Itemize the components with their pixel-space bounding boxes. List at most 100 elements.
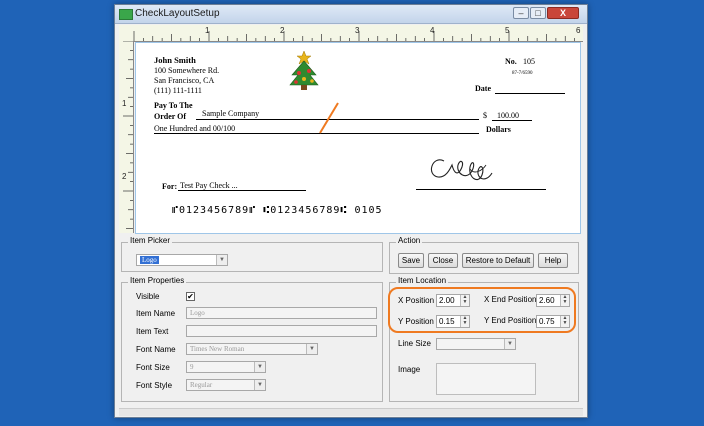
font-style-label: Font Style (136, 381, 173, 390)
app-icon (119, 9, 133, 20)
y-position-input[interactable]: 0.15 ▲ ▼ (436, 315, 470, 328)
x-position-label: X Position (398, 296, 435, 305)
font-size-label: Font Size (136, 363, 170, 372)
ruler-left-ticks (123, 41, 133, 229)
spinner-arrows-icon[interactable]: ▲ ▼ (460, 316, 469, 327)
memo-for-label: For: (162, 182, 178, 191)
check-preview[interactable]: John Smith 100 Somewhere Rd. San Francis… (135, 42, 581, 234)
check-no-label: No. (505, 57, 517, 66)
font-name-label: Font Name (136, 345, 176, 354)
memo-line (178, 190, 306, 191)
date-line (495, 93, 565, 94)
item-picker-group: Item Picker Logo ▼ (121, 236, 383, 272)
payee-name: Sample Company (202, 109, 260, 118)
payer-address-line1: 100 Somewhere Rd. (154, 66, 220, 75)
chevron-down-icon[interactable]: ▼ (504, 339, 515, 349)
y-end-position-input[interactable]: 0.75 ▲ ▼ (536, 315, 570, 328)
font-style-dropdown[interactable]: Regular ▼ (186, 379, 266, 391)
restore-default-button[interactable]: Restore to Default (462, 253, 534, 268)
payer-address-line2: San Francisco, CA (154, 76, 215, 85)
spinner-arrows-icon[interactable]: ▲ ▼ (560, 295, 569, 306)
x-position-value: 2.00 (439, 296, 455, 305)
visible-label: Visible (136, 292, 160, 301)
spinner-arrows-icon[interactable]: ▲ ▼ (460, 295, 469, 306)
title-bar[interactable]: CheckLayoutSetup – □ X (115, 5, 587, 24)
amount-line (492, 120, 532, 121)
micr-line: ⑈0123456789⑈ ⑆0123456789⑆ 0105 (172, 205, 383, 216)
routing-fraction: 87-7/6590 (512, 71, 533, 76)
close-window-button[interactable]: X (547, 7, 579, 19)
font-name-value: Times New Roman (190, 345, 245, 353)
drag-marker-icon (319, 102, 339, 134)
signature-line (416, 189, 546, 190)
action-title: Action (396, 236, 423, 245)
ruler-left: 1 2 (119, 41, 134, 233)
item-name-field[interactable]: Logo (186, 307, 377, 319)
ruler-mark-3: 3 (355, 26, 360, 35)
amount-value: 100.00 (497, 111, 519, 120)
font-size-dropdown[interactable]: 9 ▼ (186, 361, 266, 373)
ruler-mark-4: 4 (430, 26, 435, 35)
y-end-position-label: Y End Position (484, 316, 537, 325)
y-end-position-value: 0.75 (539, 317, 555, 326)
ruler-mark-6: 6 (576, 26, 581, 35)
item-picker-title: Item Picker (128, 236, 173, 245)
y-position-value: 0.15 (439, 317, 455, 326)
visible-checkbox[interactable]: ✔ (186, 292, 195, 301)
date-label: Date (475, 84, 491, 93)
line-size-dropdown[interactable]: ▼ (436, 338, 516, 350)
check-number: 105 (523, 57, 535, 66)
chevron-down-icon[interactable]: ▼ (254, 380, 265, 390)
ruler-left-mark-1: 1 (122, 99, 127, 108)
font-size-value: 9 (190, 363, 194, 371)
ruler-mark-5: 5 (505, 26, 510, 35)
minimize-button[interactable]: – (513, 7, 529, 19)
item-picker-selected: Logo (140, 256, 159, 264)
spinner-arrows-icon[interactable]: ▲ ▼ (560, 316, 569, 327)
amount-in-words: One Hundred and 00/100 (154, 124, 236, 133)
maximize-button[interactable]: □ (530, 7, 546, 19)
help-button[interactable]: Help (538, 253, 568, 268)
payer-name: John Smith (154, 55, 196, 65)
payer-phone: (111) 111-1111 (154, 86, 202, 95)
dollars-label: Dollars (486, 125, 511, 134)
font-style-value: Regular (190, 381, 213, 389)
item-location-group: Item Location X Position 2.00 ▲ ▼ X End P… (388, 276, 579, 402)
item-text-label: Item Text (136, 327, 169, 336)
pay-to-label: Pay To The (154, 101, 193, 110)
order-of-label: Order Of (154, 112, 187, 121)
x-end-position-value: 2.60 (539, 296, 555, 305)
chevron-down-icon[interactable]: ▼ (216, 255, 227, 265)
save-button[interactable]: Save (398, 253, 424, 268)
font-name-dropdown[interactable]: Times New Roman ▼ (186, 343, 318, 355)
item-properties-title: Item Properties (128, 276, 187, 285)
action-group: Action Save Close Restore to Default Hel… (389, 236, 579, 274)
memo-text: Test Pay Check ... (180, 181, 238, 190)
check-layout-setup-window: CheckLayoutSetup – □ X 1 2 3 4 5 6 1 2 J… (114, 4, 588, 418)
window-title: CheckLayoutSetup (135, 8, 220, 19)
y-position-label: Y Position (398, 317, 434, 326)
item-text-field[interactable] (186, 325, 377, 337)
christmas-tree-logo-icon[interactable] (287, 49, 321, 91)
item-picker-dropdown[interactable]: Logo ▼ (136, 254, 228, 266)
image-preview-box[interactable] (436, 363, 536, 395)
ruler-top-ticks (133, 31, 575, 41)
x-end-position-label: X End Position (484, 295, 537, 304)
ruler-left-mark-2: 2 (122, 172, 127, 181)
chevron-down-icon[interactable]: ▼ (306, 344, 317, 354)
signature-icon[interactable] (422, 149, 512, 189)
item-name-label: Item Name (136, 309, 176, 318)
dollar-sign: $ (483, 111, 487, 120)
ruler-mark-1: 1 (205, 26, 210, 35)
image-label: Image (398, 365, 421, 374)
horizontal-scrollbar[interactable] (119, 408, 583, 416)
ruler-top: 1 2 3 4 5 6 (119, 25, 583, 42)
item-location-title: Item Location (396, 276, 449, 285)
item-properties-group: Item Properties Visible ✔ Item Name Logo… (121, 276, 383, 402)
close-button[interactable]: Close (428, 253, 458, 268)
ruler-mark-2: 2 (280, 26, 285, 35)
chevron-down-icon[interactable]: ▼ (254, 362, 265, 372)
x-position-input[interactable]: 2.00 ▲ ▼ (436, 294, 470, 307)
line-size-label: Line Size (398, 339, 431, 348)
x-end-position-input[interactable]: 2.60 ▲ ▼ (536, 294, 570, 307)
